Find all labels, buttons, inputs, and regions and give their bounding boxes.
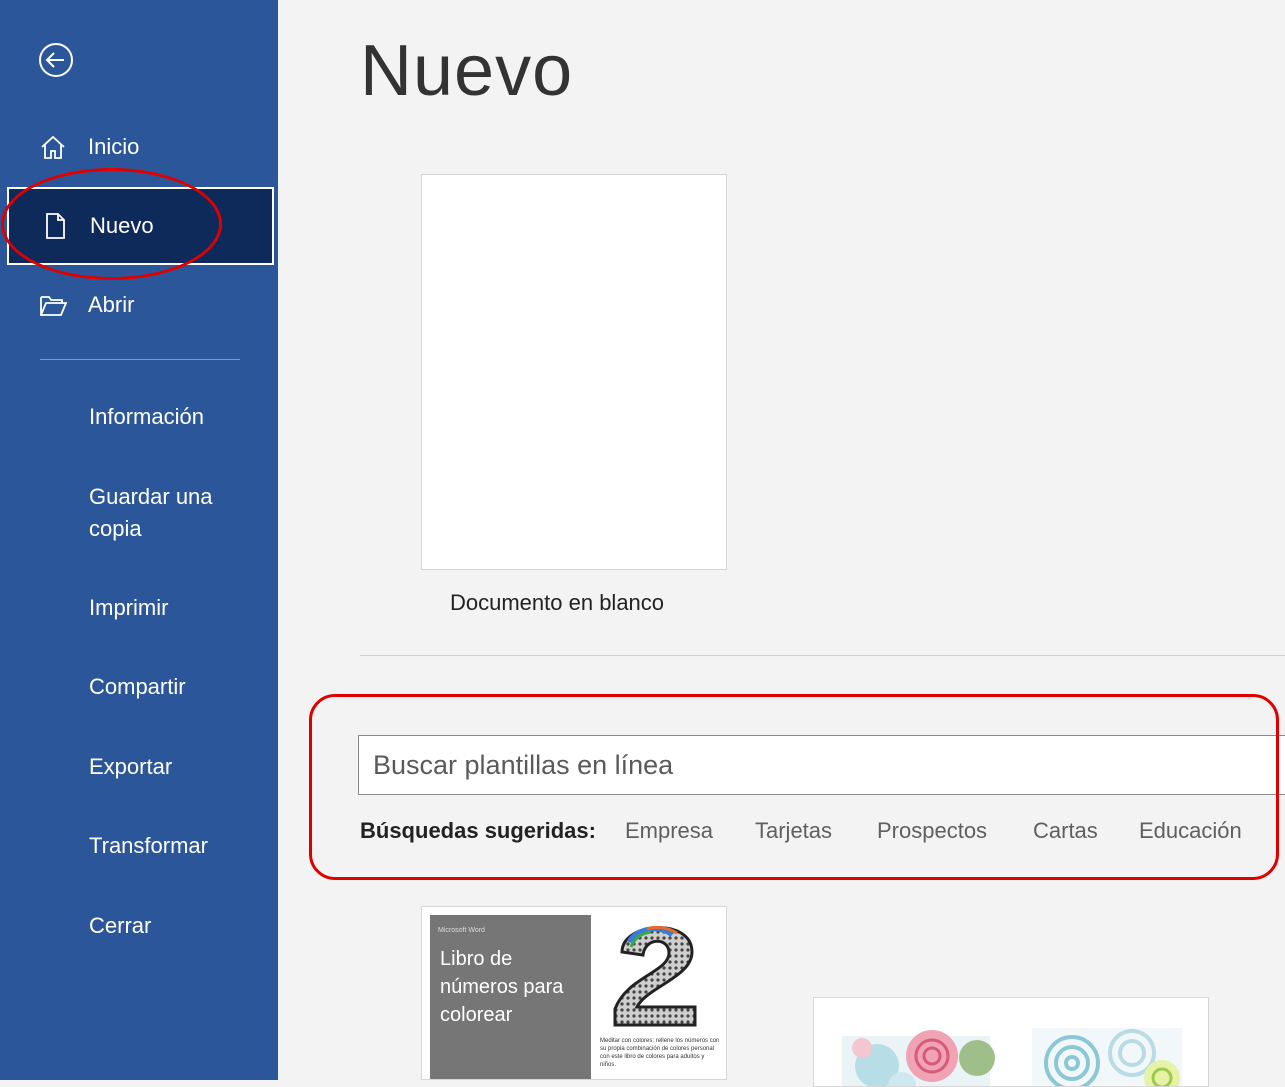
template-search-input[interactable]: Buscar plantillas en línea bbox=[358, 735, 1285, 795]
sidebar-item-label: Abrir bbox=[88, 292, 135, 317]
template-cover: Microsoft Word Libro de números para col… bbox=[430, 915, 591, 1079]
template-description: Meditar con colores: rellene los números… bbox=[600, 1038, 720, 1068]
new-document-icon bbox=[46, 213, 65, 239]
sidebar-item-label: Inicio bbox=[88, 134, 140, 159]
template-floral[interactable] bbox=[813, 997, 1209, 1087]
template-coloring-book[interactable]: Microsoft Word Libro de números para col… bbox=[421, 906, 727, 1080]
sidebar-item-label: Nuevo bbox=[90, 213, 154, 238]
blank-document-template[interactable] bbox=[421, 174, 727, 570]
template-title: Libro de números para colorear bbox=[440, 948, 564, 1026]
sidebar-item-nuevo[interactable]: Nuevo bbox=[7, 187, 274, 265]
sidebar-item-cerrar[interactable]: Cerrar bbox=[89, 910, 151, 942]
suggestion-prospectos[interactable]: Prospectos bbox=[877, 818, 987, 844]
sidebar-item-exportar[interactable]: Exportar bbox=[89, 751, 172, 783]
sidebar-item-transformar[interactable]: Transformar bbox=[89, 830, 208, 862]
sidebar-divider bbox=[40, 359, 240, 360]
template-brand: Microsoft Word bbox=[438, 927, 485, 934]
folder-open-icon bbox=[40, 296, 68, 316]
back-arrow-icon[interactable] bbox=[36, 40, 76, 80]
floral-pattern-image bbox=[842, 1028, 1182, 1086]
sidebar-item-guardar-copia[interactable]: Guardar una copia bbox=[89, 481, 239, 545]
suggestion-empresa[interactable]: Empresa bbox=[625, 818, 713, 844]
main-panel: Nuevo Documento en blanco Buscar plantil… bbox=[278, 0, 1285, 1087]
sidebar-item-imprimir[interactable]: Imprimir bbox=[89, 592, 168, 624]
sidebar-item-informacion[interactable]: Información bbox=[89, 401, 204, 433]
suggestion-educacion[interactable]: Educación bbox=[1139, 818, 1242, 844]
sidebar-item-inicio[interactable]: Inicio bbox=[0, 108, 278, 186]
suggested-searches-label: Búsquedas sugeridas: bbox=[360, 818, 596, 843]
suggestion-tarjetas[interactable]: Tarjetas bbox=[755, 818, 832, 844]
section-divider bbox=[360, 655, 1285, 656]
number-two-illustration bbox=[613, 925, 697, 1027]
sidebar-item-abrir[interactable]: Abrir bbox=[0, 266, 278, 344]
blank-document-label[interactable]: Documento en blanco bbox=[450, 590, 664, 616]
backstage-sidebar: Inicio Nuevo Abrir Información Guardar u… bbox=[0, 0, 278, 1080]
suggestion-cartas[interactable]: Cartas bbox=[1033, 818, 1098, 844]
page-title: Nuevo bbox=[360, 31, 574, 111]
sidebar-item-compartir[interactable]: Compartir bbox=[89, 671, 186, 703]
home-icon bbox=[41, 135, 65, 159]
